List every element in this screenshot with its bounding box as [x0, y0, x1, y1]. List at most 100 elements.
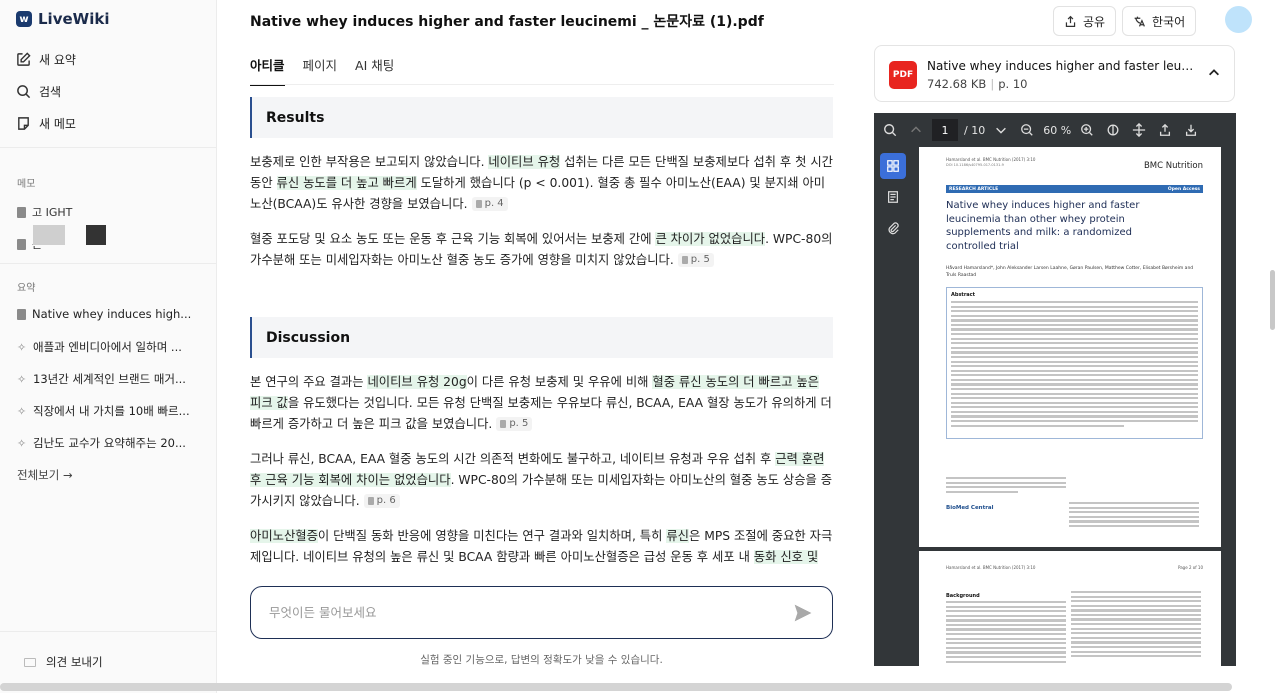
page-reference-chip[interactable]: p. 6: [363, 494, 400, 508]
publisher-logo: BioMed Central: [946, 505, 994, 511]
pdf-file-meta: 742.68 KB | p. 10: [927, 77, 1028, 91]
page-reference-chip[interactable]: p. 5: [496, 417, 533, 431]
search-button[interactable]: 검색: [16, 83, 61, 100]
text-column: [1071, 591, 1201, 660]
upload-icon[interactable]: [1155, 120, 1175, 140]
article-paragraph: 그러나 류신, BCAA, EAA 혈중 농도의 시간 의존적 변화에도 불구하…: [250, 452, 833, 508]
sparkle-icon: ✧: [17, 340, 27, 354]
text-column: [946, 601, 1066, 665]
summary-item-label: 김난도 교수가 요약해주는 20...: [33, 436, 186, 450]
journal-name: BMC Nutrition: [1143, 161, 1203, 171]
memo-icon: [18, 117, 29, 130]
pdf-sidebar: [874, 147, 914, 666]
summary-item[interactable]: ✧ 13년간 세계적인 브랜드 매거...: [17, 371, 207, 387]
memo-item-label: 고 IGHT: [32, 206, 73, 219]
summary-item[interactable]: ✧ 김난도 교수가 요약해주는 20...: [17, 435, 207, 451]
divider: [0, 263, 217, 264]
redacted-block: [86, 225, 106, 245]
tab-bar: 아티클 페이지 AI 채팅: [250, 55, 394, 86]
section-heading: Results: [250, 97, 833, 138]
redacted-block: [33, 225, 65, 245]
page-reference-chip[interactable]: p. 4: [471, 197, 508, 211]
new-memo-button[interactable]: 새 메모: [16, 115, 76, 132]
share-icon: [1065, 15, 1076, 27]
chat-input[interactable]: [269, 605, 749, 620]
summary-item-label: 직장에서 내 가치를 10배 빠르...: [33, 404, 190, 418]
avatar[interactable]: [1225, 6, 1252, 33]
page-reference-chip[interactable]: p. 5: [677, 253, 714, 267]
livewiki-logo-icon: w: [16, 11, 32, 27]
zoom-in-icon[interactable]: [1077, 120, 1097, 140]
pdf-page: Hamarsland et al. BMC Nutrition (2017) 3…: [919, 147, 1221, 547]
divider: [0, 631, 217, 632]
summary-item-label: 애플과 엔비디아에서 일하며 ...: [33, 340, 182, 354]
sparkle-icon: ✧: [17, 372, 27, 386]
chevron-down-icon[interactable]: [991, 120, 1011, 140]
pdf-toolbar: 1 / 10 60 %: [874, 113, 1236, 147]
footnote-block: [946, 477, 1066, 495]
tab-ai-chat[interactable]: AI 채팅: [355, 55, 394, 86]
new-summary-label: 새 요약: [39, 53, 76, 67]
sparkle-icon: ✧: [17, 404, 27, 418]
outline-icon[interactable]: [880, 184, 906, 210]
pdf-viewer[interactable]: 1 / 10 60 % Hamarsland et al. BMC Nutrit…: [874, 113, 1236, 666]
logo[interactable]: w LiveWiki: [16, 10, 109, 28]
pdf-page-label: Page 2 of 10: [1178, 565, 1203, 570]
memo-section-label: 메모: [17, 179, 36, 190]
attachment-icon[interactable]: [880, 215, 906, 241]
tab-article[interactable]: 아티클: [250, 55, 285, 86]
pencil-square-icon: [17, 52, 31, 66]
language-button[interactable]: 한국어: [1122, 6, 1197, 36]
share-button[interactable]: 공유: [1053, 6, 1117, 36]
feedback-button[interactable]: 의견 보내기: [24, 654, 103, 670]
theme-icon[interactable]: [1103, 120, 1123, 140]
pdf-file-card[interactable]: PDF Native whey induces higher and faste…: [874, 45, 1235, 102]
zoom-out-icon[interactable]: [1017, 120, 1037, 140]
memo-item[interactable]: 고 IGHT: [17, 204, 72, 220]
move-icon[interactable]: [1129, 120, 1149, 140]
document-icon: [17, 238, 26, 250]
thumbnails-icon[interactable]: [880, 153, 906, 179]
summary-item-label: 13년간 세계적인 브랜드 매거...: [33, 372, 186, 386]
search-label: 검색: [39, 85, 62, 99]
page-title: Native whey induces higher and faster le…: [250, 14, 764, 30]
paper-title: Native whey induces higher and faster le…: [946, 200, 1140, 252]
license-block: [1069, 502, 1199, 529]
disclaimer-text: 실험 중인 기능으로, 답변의 정확도가 낮을 수 있습니다.: [420, 654, 663, 666]
summary-item-label: Native whey induces high...: [32, 307, 192, 321]
summary-item[interactable]: Native whey induces high...: [17, 307, 207, 321]
article-paragraph: 본 연구의 주요 결과는 네이티브 유청 20g이 다른 유청 보충제 및 우유…: [250, 375, 832, 431]
download-icon[interactable]: [1181, 120, 1201, 140]
app-root: w LiveWiki 새 요약 검색 새 메모 메모 고 IGHT 는: [0, 0, 1280, 693]
new-summary-button[interactable]: 새 요약: [16, 51, 76, 68]
article-paragraph: 아미노산혈증이 단백질 동화 반응에 영향을 미친다는 연구 결과와 일치하며,…: [250, 529, 833, 564]
send-icon[interactable]: [792, 602, 814, 624]
app-name: LiveWiki: [38, 10, 110, 28]
search-icon: [17, 85, 31, 99]
document-icon: [17, 206, 26, 218]
tab-pages[interactable]: 페이지: [303, 55, 338, 86]
section-heading: Discussion: [250, 317, 833, 358]
article-content[interactable]: Results 보충제로 인한 부작용은 보고되지 않았습니다. 네이티브 유청…: [250, 97, 834, 583]
article-paragraph: 혈중 포도당 및 요소 농도 또는 운동 후 근육 기능 회복에 있어서는 보충…: [250, 232, 833, 267]
pdf-running-header: Hamarsland et al. BMC Nutrition (2017) 3…: [946, 565, 1036, 570]
sparkle-icon: ✧: [17, 436, 27, 450]
summary-item[interactable]: ✧ 애플과 엔비디아에서 일하며 ...: [17, 339, 207, 355]
view-all-link[interactable]: 전체보기 →: [17, 467, 73, 483]
abstract-box: Abstract: [946, 287, 1203, 439]
search-icon[interactable]: [880, 120, 900, 140]
horizontal-scrollbar[interactable]: [0, 683, 1232, 691]
vertical-scrollbar[interactable]: [1270, 270, 1275, 330]
pdf-page-count: p. 10: [998, 77, 1028, 91]
chevron-up-icon[interactable]: [1207, 66, 1221, 80]
zoom-level[interactable]: 60 %: [1043, 124, 1071, 137]
mail-icon: [24, 657, 36, 667]
pdf-doi: DOI 10.1186/s40795-017-0131-9: [946, 163, 1004, 167]
chevron-up-icon[interactable]: [906, 120, 926, 140]
new-memo-label: 새 메모: [39, 117, 76, 131]
chat-box: [250, 586, 833, 639]
article-paragraph: 보충제로 인한 부작용은 보고되지 않았습니다. 네이티브 유청 섭취는 다른 …: [250, 155, 833, 211]
page-number-input[interactable]: 1: [932, 119, 958, 141]
summary-item[interactable]: ✧ 직장에서 내 가치를 10배 빠르...: [17, 403, 207, 419]
translate-icon: [1134, 16, 1145, 27]
